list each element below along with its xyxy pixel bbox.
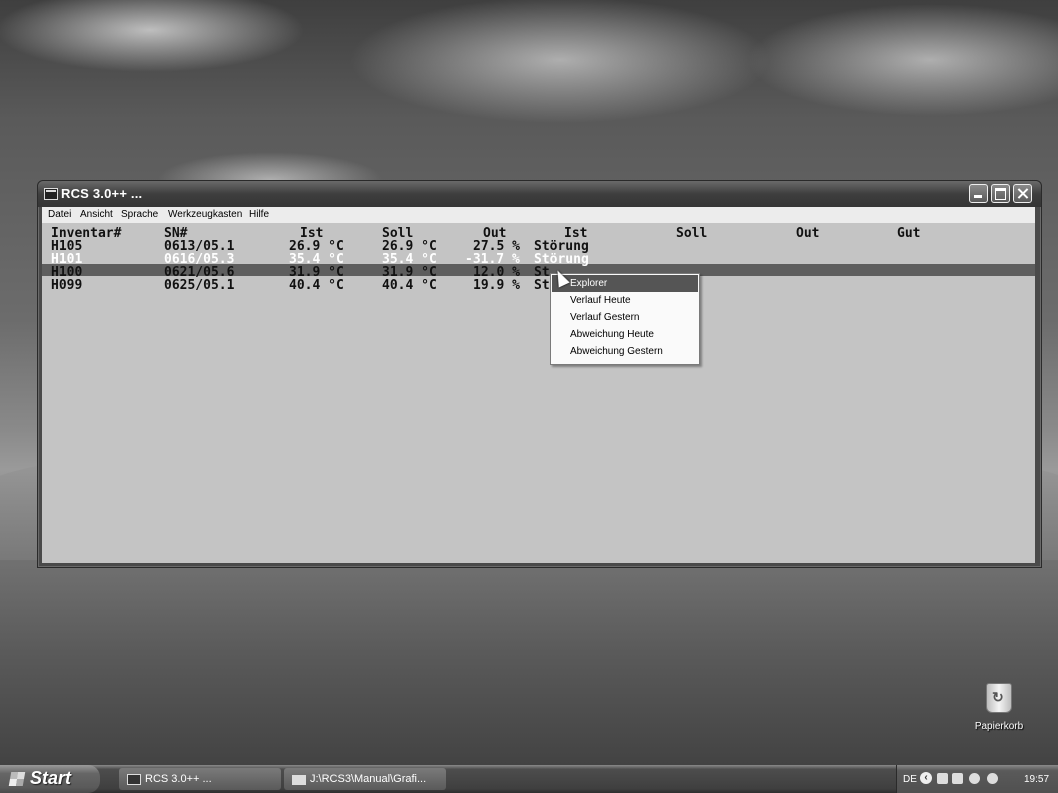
- language-indicator[interactable]: DE: [903, 774, 917, 785]
- cell-status: St: [534, 278, 550, 293]
- menu-ansicht[interactable]: Ansicht: [80, 209, 113, 220]
- system-tray: DE ‹ 19:57: [896, 765, 1058, 793]
- cell-inventar: H099: [51, 278, 83, 293]
- start-button[interactable]: Start: [0, 765, 100, 793]
- taskbar-item-label: J:\RCS3\Manual\Grafi...: [310, 773, 427, 785]
- cell-sn: 0625/05.1: [164, 278, 235, 293]
- context-item-label: Explorer: [570, 278, 608, 289]
- maximize-button[interactable]: [991, 184, 1010, 203]
- recycle-bin-label: Papierkorb: [974, 721, 1024, 732]
- menu-datei[interactable]: Datei: [48, 209, 71, 220]
- recycle-bin-icon: [986, 683, 1012, 713]
- close-button[interactable]: [1013, 184, 1032, 203]
- cell-ist: 40.4 °C: [289, 278, 344, 293]
- menu-hilfe[interactable]: Hilfe: [249, 209, 269, 220]
- recycle-bin[interactable]: Papierkorb: [966, 683, 1032, 732]
- network-icon[interactable]: [937, 773, 948, 784]
- clock[interactable]: 19:57: [1024, 774, 1049, 785]
- context-item-label: Verlauf Heute: [570, 295, 631, 306]
- context-menu: Explorer Verlauf Heute Verlauf Gestern A…: [550, 273, 700, 365]
- minimize-button[interactable]: [969, 184, 988, 203]
- app-icon: [44, 188, 58, 200]
- menu-bar: Datei Ansicht Sprache Werkzeugkasten Hil…: [42, 207, 1035, 223]
- header-out-2: Out: [796, 226, 820, 241]
- context-item-label: Abweichung Heute: [570, 329, 654, 340]
- context-item-label: Verlauf Gestern: [570, 312, 640, 323]
- context-item-explorer[interactable]: Explorer: [552, 275, 698, 292]
- context-item-abweichung-gestern[interactable]: Abweichung Gestern: [552, 343, 698, 360]
- window-title: RCS 3.0++ ...: [61, 186, 143, 201]
- cell-soll: 40.4 °C: [382, 278, 437, 293]
- start-label: Start: [30, 768, 72, 788]
- context-item-abweichung-heute[interactable]: Abweichung Heute: [552, 326, 698, 343]
- taskbar-item-label: RCS 3.0++ ...: [145, 773, 212, 785]
- show-hidden-icons-chevron-icon[interactable]: ‹: [920, 772, 932, 784]
- context-item-verlauf-heute[interactable]: Verlauf Heute: [552, 292, 698, 309]
- context-item-label: Abweichung Gestern: [570, 346, 663, 357]
- header-gut: Gut: [897, 226, 921, 241]
- volume-icon[interactable]: [969, 773, 980, 784]
- windows-logo-icon: [8, 772, 26, 786]
- security-icon[interactable]: [987, 773, 998, 784]
- menu-werkzeugkasten[interactable]: Werkzeugkasten: [168, 209, 242, 220]
- desktop-field: [0, 560, 1058, 765]
- taskbar-item-rcs[interactable]: RCS 3.0++ ...: [119, 768, 281, 790]
- connection-icon[interactable]: [952, 773, 963, 784]
- menu-sprache[interactable]: Sprache: [121, 209, 158, 220]
- window-titlebar[interactable]: RCS 3.0++ ...: [38, 181, 1041, 207]
- rcs-window: RCS 3.0++ ... Datei Ansicht Sprache Werk…: [37, 180, 1042, 568]
- folder-icon: [292, 775, 306, 785]
- app-window-icon: [127, 774, 141, 785]
- header-soll-2: Soll: [676, 226, 708, 241]
- taskbar-item-explorer[interactable]: J:\RCS3\Manual\Grafi...: [284, 768, 446, 790]
- data-grid: Inventar# SN# Ist Soll Out Ist Soll Out …: [42, 223, 1035, 563]
- context-item-verlauf-gestern[interactable]: Verlauf Gestern: [552, 309, 698, 326]
- cell-out: 19.9 %: [473, 278, 520, 293]
- taskbar: Start RCS 3.0++ ... J:\RCS3\Manual\Grafi…: [0, 765, 1058, 793]
